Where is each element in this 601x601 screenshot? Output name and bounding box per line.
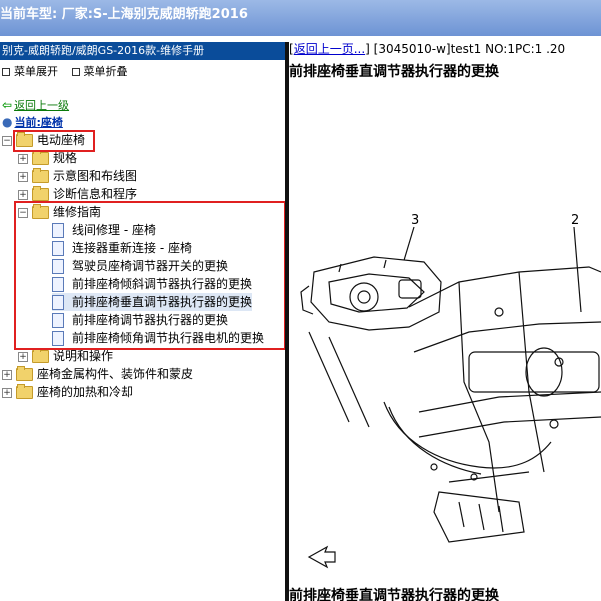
document-reference: [3045010-w]test1 NO:1PC:1 .20 — [373, 42, 566, 56]
manual-header: 别克-威朗轿跑/威朗GS-2016款-维修手册 — [0, 42, 285, 60]
folder-icon — [32, 348, 49, 363]
expand-toggle-icon[interactable]: + — [18, 153, 28, 164]
content-panel: [返回上一页...] [3045010-w]test1 NO:1PC:1 .20… — [289, 40, 601, 601]
page-title: 前排座椅垂直调节器执行器的更换 — [289, 64, 499, 80]
tree-node-seat-heating[interactable]: + 座椅的加热和冷却 — [2, 383, 133, 401]
highlight-box-repair-guide — [14, 201, 285, 350]
section-heading: 前排座椅垂直调节器执行器的更换 — [289, 588, 499, 601]
folder-icon — [16, 366, 33, 381]
expand-icon — [2, 68, 10, 76]
tree-node-diagrams[interactable]: + 示意图和布线图 — [18, 167, 137, 185]
collapse-menu-button[interactable]: 菜单折叠 — [71, 65, 128, 78]
folder-icon — [32, 168, 49, 183]
callout-2: 2 — [571, 213, 579, 228]
highlight-box-power-seat — [13, 130, 95, 152]
expand-toggle-icon[interactable]: + — [2, 369, 12, 380]
expand-toggle-icon[interactable]: + — [18, 189, 28, 200]
tree-node-seat-hardware[interactable]: + 座椅金属构件、装饰件和蒙皮 — [2, 365, 193, 383]
view-arrow-icon — [307, 545, 336, 569]
content-nav: [返回上一页...] [3045010-w]test1 NO:1PC:1 .20 — [289, 42, 566, 56]
diagram-figure: 3 2 — [289, 212, 601, 601]
expand-toggle-icon[interactable]: + — [2, 387, 12, 398]
window-title: 当前车型: 厂家:S-上海别克威朗轿跑2016 — [0, 7, 248, 22]
callout-3: 3 — [411, 213, 419, 228]
expand-menu-button[interactable]: 菜单展开 — [2, 65, 58, 78]
menu-toolbar: 菜单展开 菜单折叠 — [0, 63, 285, 81]
collapse-icon — [71, 68, 80, 76]
folder-icon — [16, 384, 33, 399]
pin-icon: ● — [2, 115, 13, 129]
back-arrow-icon: ⇦ — [2, 98, 13, 112]
collapse-toggle-icon[interactable]: − — [2, 135, 12, 146]
left-panel: 别克-威朗轿跑/威朗GS-2016款-维修手册 菜单展开 菜单折叠 ⇦ 返回上一级… — [0, 42, 285, 601]
back-page-link[interactable]: 返回上一页... — [294, 42, 365, 56]
seat-actuator-illustration: 3 2 — [300, 213, 601, 569]
expand-toggle-icon[interactable]: + — [18, 351, 28, 362]
expand-toggle-icon[interactable]: + — [18, 171, 28, 182]
folder-icon — [32, 186, 49, 201]
folder-icon — [32, 150, 49, 165]
title-bar: 当前车型: 厂家:S-上海别克威朗轿跑2016 — [0, 0, 601, 36]
current-location: ● 当前:座椅 — [2, 115, 63, 129]
back-level-link[interactable]: ⇦ 返回上一级 — [2, 96, 69, 114]
